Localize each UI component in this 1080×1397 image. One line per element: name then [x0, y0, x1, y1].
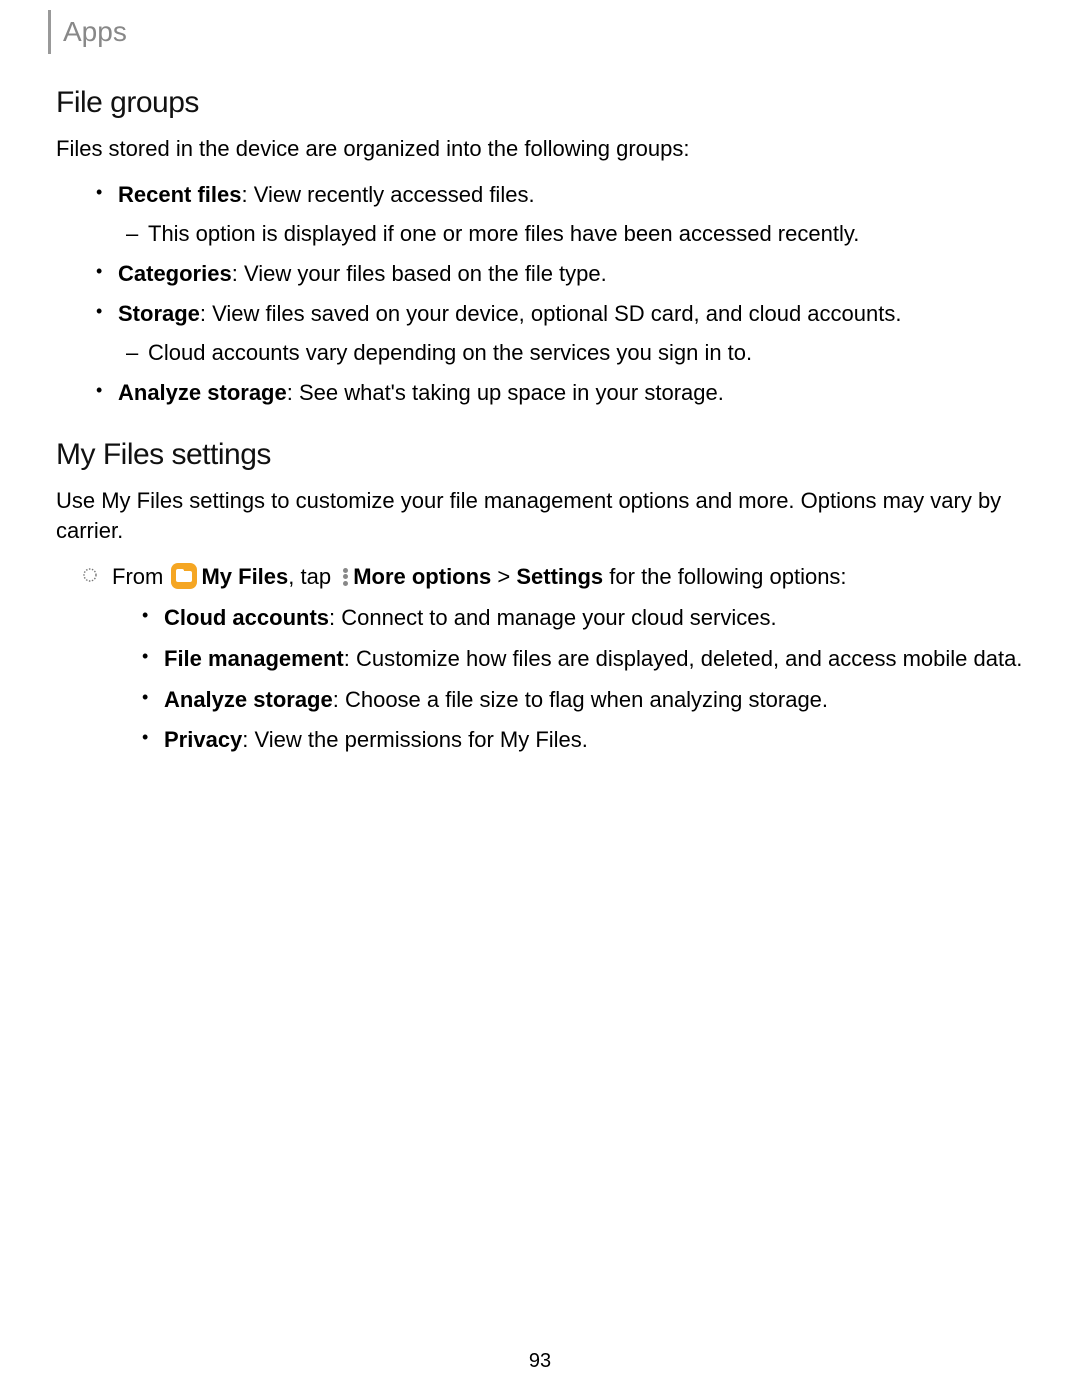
item-desc: : Choose a file size to flag when analyz… — [333, 687, 828, 712]
item-desc: : View your files based on the file type… — [232, 261, 607, 286]
item-label: File management — [164, 646, 344, 671]
item-label: Storage — [118, 301, 200, 326]
list-item: File management: Customize how files are… — [142, 644, 1024, 675]
item-label: Analyze storage — [118, 380, 287, 405]
step-settings: Settings — [516, 564, 603, 589]
item-label: Categories — [118, 261, 232, 286]
page-header: Apps — [48, 10, 127, 54]
step-suffix: for the following options: — [603, 564, 846, 589]
sub-item: Cloud accounts vary depending on the ser… — [126, 338, 1024, 368]
item-desc: : Customize how files are displayed, del… — [344, 646, 1023, 671]
file-groups-heading: File groups — [56, 86, 1024, 120]
my-files-settings-intro: Use My Files settings to customize your … — [56, 486, 1024, 545]
item-label: Privacy — [164, 727, 242, 752]
page-content: File groups Files stored in the device a… — [56, 86, 1024, 766]
sub-list: This option is displayed if one or more … — [126, 219, 1024, 249]
list-item: Cloud accounts: Connect to and manage yo… — [142, 603, 1024, 634]
step-prefix: From — [112, 564, 169, 589]
list-item: Analyze storage: Choose a file size to f… — [142, 685, 1024, 716]
sub-list: Cloud accounts vary depending on the ser… — [126, 338, 1024, 368]
list-item: Categories: View your files based on the… — [96, 259, 1024, 289]
list-item: Privacy: View the permissions for My Fil… — [142, 725, 1024, 756]
section-file-groups: File groups Files stored in the device a… — [56, 86, 1024, 408]
circle-bullet-icon — [82, 567, 98, 583]
my-files-icon — [171, 563, 197, 589]
list-item: Analyze storage: See what's taking up sp… — [96, 378, 1024, 408]
file-groups-intro: Files stored in the device are organized… — [56, 134, 1024, 164]
step-more-options: More options — [353, 564, 491, 589]
page-number: 93 — [0, 1350, 1080, 1373]
step-list: From My Files, tap More options > Settin… — [82, 561, 1024, 756]
more-options-icon — [340, 566, 350, 587]
item-desc: : View files saved on your device, optio… — [200, 301, 902, 326]
item-desc: : View recently accessed files. — [242, 182, 535, 207]
step-arrow: > — [491, 564, 516, 589]
list-item: Recent files: View recently accessed fil… — [96, 180, 1024, 249]
item-label: Analyze storage — [164, 687, 333, 712]
step-item: From My Files, tap More options > Settin… — [82, 561, 1024, 756]
step-mid1: , tap — [288, 564, 337, 589]
item-label: Recent files — [118, 182, 242, 207]
my-files-settings-heading: My Files settings — [56, 438, 1024, 472]
settings-options-list: Cloud accounts: Connect to and manage yo… — [142, 603, 1024, 756]
section-my-files-settings: My Files settings Use My Files settings … — [56, 438, 1024, 756]
item-desc: : See what's taking up space in your sto… — [287, 380, 724, 405]
header-accent-bar — [48, 10, 51, 54]
item-desc: : View the permissions for My Files. — [242, 727, 588, 752]
sub-item: This option is displayed if one or more … — [126, 219, 1024, 249]
header-title: Apps — [63, 16, 127, 48]
file-groups-list: Recent files: View recently accessed fil… — [96, 180, 1024, 408]
step-app-name: My Files — [201, 564, 288, 589]
item-desc: : Connect to and manage your cloud servi… — [329, 605, 777, 630]
list-item: Storage: View files saved on your device… — [96, 299, 1024, 368]
item-label: Cloud accounts — [164, 605, 329, 630]
